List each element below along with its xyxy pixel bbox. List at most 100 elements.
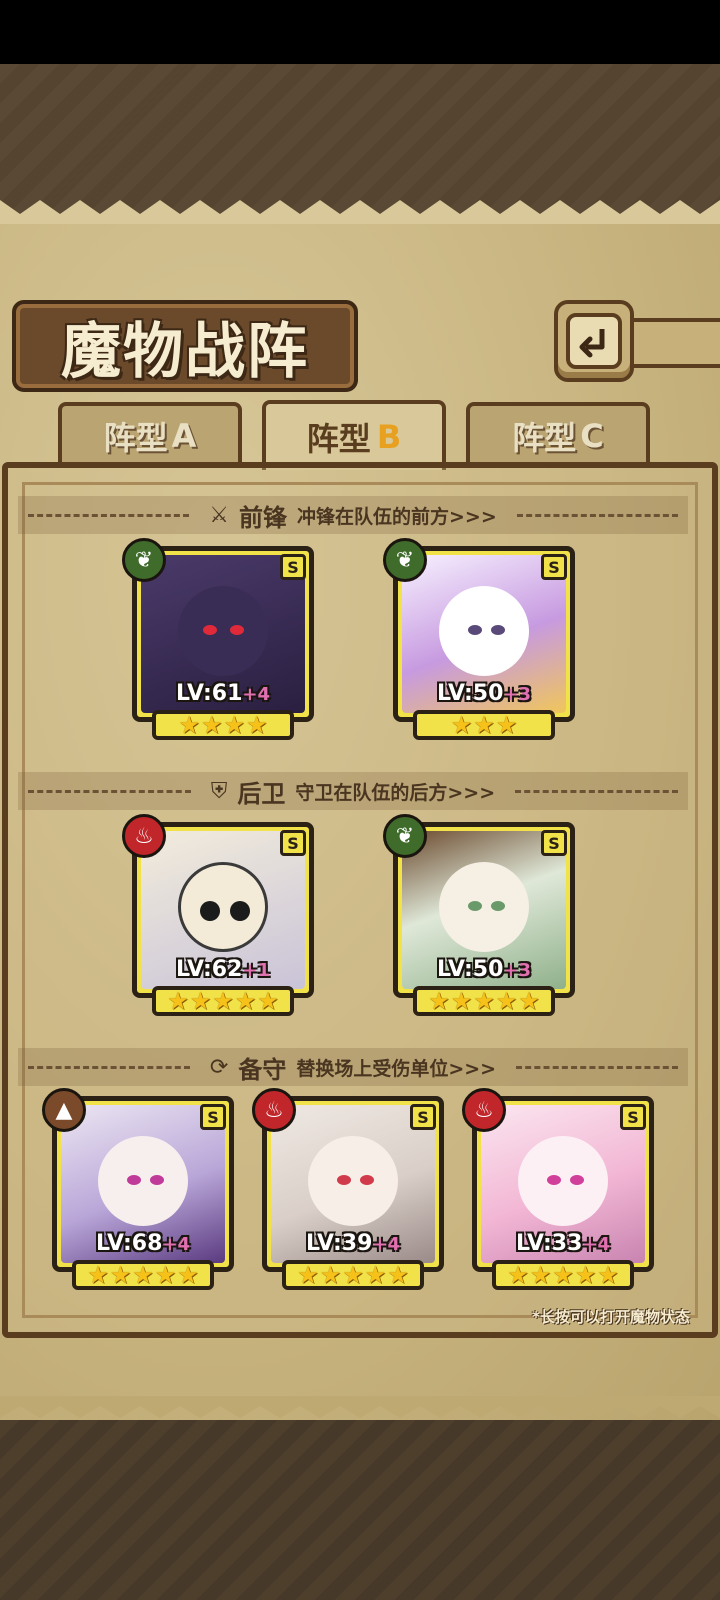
level-plus: +4 bbox=[582, 1234, 611, 1255]
monster-card[interactable]: S ❦ LV:61+4 ★ ★ ★ ★ bbox=[122, 538, 314, 740]
portrait-eye bbox=[149, 1174, 164, 1185]
star-icon: ★ bbox=[529, 1261, 552, 1289]
level-plus: +3 bbox=[503, 960, 532, 981]
zigzag-edge-top bbox=[0, 200, 720, 224]
star-icon: ★ bbox=[518, 987, 540, 1015]
tab-formation-b[interactable]: 阵型 B bbox=[262, 400, 446, 470]
portrait-face bbox=[439, 585, 529, 676]
tab-label: 阵型 bbox=[306, 420, 371, 458]
divider bbox=[515, 789, 678, 793]
swap-icon: ⟳ bbox=[209, 1054, 229, 1080]
star-icon: ★ bbox=[319, 1261, 342, 1289]
level-value: LV:50 bbox=[436, 957, 504, 982]
status-bar bbox=[0, 0, 720, 64]
portrait-eye bbox=[200, 900, 221, 921]
stars-bar: ★ ★ ★ ★ ★ bbox=[152, 986, 294, 1016]
tab-letter: C bbox=[580, 417, 604, 455]
title-plate: 魔物战阵 bbox=[12, 300, 358, 392]
portrait-eye bbox=[490, 900, 505, 911]
tab-formation-c[interactable]: 阵型 C bbox=[466, 402, 650, 466]
level-plus: +4 bbox=[162, 1234, 191, 1255]
star-icon: ★ bbox=[495, 711, 518, 739]
rank-badge: S bbox=[280, 554, 306, 580]
star-icon: ★ bbox=[364, 1261, 387, 1289]
star-icon: ★ bbox=[109, 1261, 132, 1289]
nature-icon: ❦ bbox=[383, 814, 427, 858]
level-label: LV:68+4 bbox=[52, 1231, 234, 1256]
level-value: LV:61 bbox=[175, 681, 243, 706]
level-plus: +4 bbox=[242, 684, 271, 705]
nature-icon: ❦ bbox=[122, 538, 166, 582]
section-name: 备守 bbox=[238, 1055, 287, 1084]
level-label: LV:50+3 bbox=[393, 681, 575, 706]
rank-badge: S bbox=[280, 830, 306, 856]
monster-card[interactable]: S ▲ LV:68+4 ★ ★ ★ ★ ★ bbox=[42, 1088, 234, 1290]
section-desc: 守卫在队伍的后方>>> bbox=[295, 781, 496, 804]
portrait-eye bbox=[203, 624, 218, 635]
star-icon: ★ bbox=[189, 987, 212, 1015]
long-press-hint: *长按可以打开魔物状态 bbox=[532, 1308, 690, 1326]
level-plus: +3 bbox=[503, 684, 532, 705]
monster-card[interactable]: S ♨ LV:39+4 ★ ★ ★ ★ ★ bbox=[252, 1088, 444, 1290]
level-plus: +1 bbox=[242, 960, 271, 981]
star-icon: ★ bbox=[200, 711, 223, 739]
monster-card[interactable]: S ❦ LV:50+3 ★ ★ ★ ★ ★ bbox=[383, 814, 575, 1016]
page-title: 魔物战阵 bbox=[61, 316, 309, 387]
monster-card[interactable]: S ♨ LV:62+1 ★ ★ ★ ★ ★ bbox=[122, 814, 314, 1016]
level-value: LV:39 bbox=[305, 1231, 373, 1256]
portrait-eye bbox=[490, 624, 505, 635]
portrait-eye bbox=[569, 1174, 584, 1185]
level-value: LV:62 bbox=[175, 957, 243, 982]
back-button-inner bbox=[566, 313, 622, 369]
back-button[interactable] bbox=[554, 300, 634, 382]
zigzag-edge-bottom bbox=[0, 1396, 720, 1418]
stars-bar: ★ ★ ★ ★ ★ bbox=[413, 986, 555, 1016]
star-icon: ★ bbox=[387, 1261, 409, 1289]
portrait-face bbox=[178, 861, 268, 952]
star-icon: ★ bbox=[473, 711, 495, 739]
tab-letter: B bbox=[376, 418, 402, 456]
monster-card[interactable]: S ♨ LV:33+4 ★ ★ ★ ★ ★ bbox=[462, 1088, 654, 1290]
star-icon: ★ bbox=[178, 711, 200, 739]
star-icon: ★ bbox=[223, 711, 246, 739]
star-icon: ★ bbox=[507, 1261, 529, 1289]
tab-formation-a[interactable]: 阵型 A bbox=[58, 402, 242, 466]
star-icon: ★ bbox=[177, 1261, 199, 1289]
portrait-eye bbox=[336, 1174, 351, 1185]
section-name: 前锋 bbox=[238, 503, 287, 532]
star-icon: ★ bbox=[450, 711, 473, 739]
section-desc: 冲锋在队伍的前方>>> bbox=[296, 505, 497, 528]
tab-label: 阵型 bbox=[103, 419, 168, 457]
portrait-face bbox=[98, 1135, 188, 1226]
monster-card[interactable]: S ❦ LV:50+3 ★ ★ ★ bbox=[383, 538, 575, 740]
rank-badge: S bbox=[541, 830, 567, 856]
rank-badge: S bbox=[200, 1104, 226, 1130]
star-icon: ★ bbox=[450, 987, 473, 1015]
divider bbox=[516, 1065, 679, 1069]
section-vanguard-header: ⚔ 前锋 冲锋在队伍的前方>>> bbox=[18, 496, 688, 534]
star-icon: ★ bbox=[495, 987, 518, 1015]
fire-icon: ♨ bbox=[462, 1088, 506, 1132]
rank-badge: S bbox=[541, 554, 567, 580]
level-label: LV:39+4 bbox=[262, 1231, 444, 1256]
star-icon: ★ bbox=[132, 1261, 154, 1289]
level-value: LV:33 bbox=[515, 1231, 583, 1256]
section-rearguard-header: ⛨ 后卫 守卫在队伍的后方>>> bbox=[18, 772, 688, 810]
star-icon: ★ bbox=[167, 987, 189, 1015]
earth-icon: ▲ bbox=[42, 1088, 86, 1132]
divider bbox=[28, 513, 190, 517]
divider bbox=[516, 513, 678, 517]
rank-badge: S bbox=[620, 1104, 646, 1130]
level-label: LV:62+1 bbox=[132, 957, 314, 982]
portrait-eye bbox=[359, 1174, 374, 1185]
star-icon: ★ bbox=[597, 1261, 619, 1289]
sword-icon: ⚔ bbox=[209, 502, 229, 528]
stars-bar: ★ ★ ★ ★ ★ bbox=[492, 1260, 634, 1290]
level-label: LV:61+4 bbox=[132, 681, 314, 706]
level-value: LV:68 bbox=[95, 1231, 163, 1256]
rank-badge: S bbox=[410, 1104, 436, 1130]
level-label: LV:50+3 bbox=[393, 957, 575, 982]
star-icon: ★ bbox=[257, 987, 279, 1015]
portrait-face bbox=[308, 1135, 398, 1226]
portrait-eye bbox=[467, 624, 482, 635]
